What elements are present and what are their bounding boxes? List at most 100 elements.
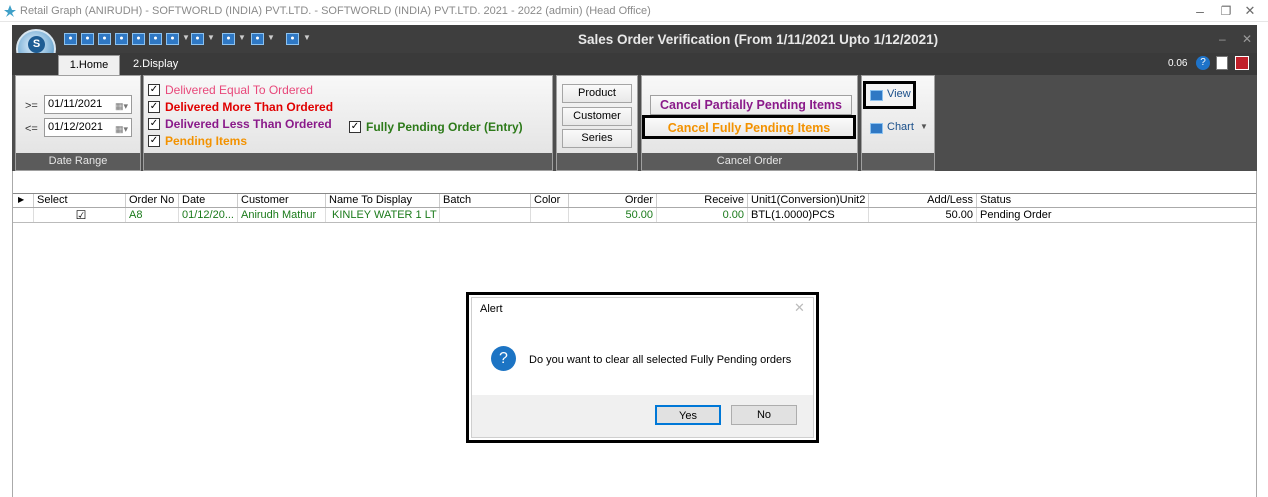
chart-button[interactable]: Chart <box>887 121 914 133</box>
qat-dropdown-icon[interactable]: ▼ <box>267 33 275 42</box>
close-icon[interactable]: ✕ <box>1239 2 1261 20</box>
cancel-fully-pending-button[interactable]: Cancel Fully Pending Items <box>642 115 856 139</box>
view-icon <box>870 90 883 101</box>
view-label: View <box>887 88 911 100</box>
version-label: 0.06 <box>1168 58 1188 69</box>
fully-pending-label[interactable]: Fully Pending Order (Entry) <box>366 120 523 134</box>
delivered-less-label[interactable]: Delivered Less Than Ordered <box>165 117 332 131</box>
view-button[interactable]: View <box>863 81 916 109</box>
cell-date[interactable]: 01/12/20... <box>178 208 237 222</box>
col-unit-conversion[interactable]: Unit1(Conversion)Unit2 <box>747 194 868 207</box>
app-title: Retail Graph (ANIRUDH) - SOFTWORLD (INDI… <box>20 5 651 17</box>
from-date-field[interactable]: 01/11/2021 ▦▾ <box>44 95 132 114</box>
yes-button[interactable]: Yes <box>655 405 721 425</box>
row-select-checkbox[interactable]: ☑ <box>33 208 125 222</box>
row-selector-icon: ▶ <box>18 195 25 204</box>
col-color[interactable]: Color <box>530 194 568 207</box>
delivered-more-label[interactable]: Delivered More Than Ordered <box>165 100 333 114</box>
calendar-dropdown-icon[interactable]: ▦▾ <box>115 98 128 115</box>
qat-button-icon[interactable]: ● <box>115 33 128 45</box>
cell-add-less[interactable]: 50.00 <box>868 208 976 222</box>
document-icon[interactable] <box>1216 56 1228 70</box>
col-name-to-display[interactable]: Name To Display <box>325 194 439 207</box>
pending-items-checkbox[interactable]: ✓ <box>148 135 160 147</box>
selection-footer <box>557 153 637 170</box>
chart-dropdown-icon[interactable]: ▼ <box>920 122 928 131</box>
view-footer <box>862 153 934 170</box>
delivered-equal-checkbox[interactable]: ✓ <box>148 84 160 96</box>
minimize-icon[interactable]: – <box>1189 2 1211 20</box>
col-customer[interactable]: Customer <box>237 194 325 207</box>
cell-order-no[interactable]: A8 <box>125 208 178 222</box>
qat-button-icon[interactable]: ● <box>222 33 235 45</box>
from-operator: >= <box>25 100 38 112</box>
product-button[interactable]: Product <box>562 84 632 103</box>
delivered-equal-label[interactable]: Delivered Equal To Ordered <box>165 83 313 97</box>
tab-home[interactable]: 1.Home <box>58 55 120 75</box>
customer-button[interactable]: Customer <box>562 107 632 126</box>
qat-button-icon[interactable]: ● <box>81 33 94 45</box>
from-date-value: 01/11/2021 <box>48 98 103 110</box>
to-operator: <= <box>25 123 38 135</box>
delivered-less-checkbox[interactable]: ✓ <box>148 118 160 130</box>
qat-dropdown-icon[interactable]: ▼ <box>207 33 215 42</box>
date-range-panel: >= 01/11/2021 ▦▾ <= 01/12/2021 ▦▾ Date R… <box>15 75 141 171</box>
question-icon: ? <box>491 346 516 371</box>
alert-dialog: Alert ✕ ? Do you want to clear all selec… <box>471 297 814 438</box>
qat-dropdown-icon[interactable]: ▼ <box>182 33 190 42</box>
restore-icon[interactable]: ❐ <box>1215 2 1237 20</box>
qat-button-icon[interactable]: ● <box>251 33 264 45</box>
col-status[interactable]: Status <box>976 194 1256 207</box>
qat-button-icon[interactable]: ● <box>286 33 299 45</box>
to-date-value: 01/12/2021 <box>48 121 104 133</box>
cell-batch[interactable] <box>439 208 530 222</box>
col-batch[interactable]: Batch <box>439 194 530 207</box>
cancel-order-panel: Cancel Partially Pending Items Cancel Fu… <box>641 75 858 171</box>
col-date[interactable]: Date <box>178 194 237 207</box>
series-button[interactable]: Series <box>562 129 632 148</box>
cell-status[interactable]: Pending Order <box>976 208 1256 222</box>
alert-message: Do you want to clear all selected Fully … <box>529 354 792 366</box>
filters-panel: ✓ Delivered Equal To Ordered ✓ Delivered… <box>143 75 553 171</box>
app-logo-icon <box>4 5 16 17</box>
alert-close-icon[interactable]: ✕ <box>794 300 805 316</box>
qat-button-icon[interactable]: ● <box>98 33 111 45</box>
qat-dropdown-icon[interactable]: ▼ <box>238 33 246 42</box>
col-select[interactable]: Select <box>33 194 125 207</box>
col-add-less[interactable]: Add/Less <box>868 194 976 207</box>
calendar-dropdown-icon[interactable]: ▦▾ <box>115 121 128 138</box>
form-title: Sales Order Verification (From 1/11/2021… <box>578 32 939 47</box>
qat-button-icon[interactable]: ● <box>166 33 179 45</box>
cell-receive[interactable]: 0.00 <box>656 208 747 222</box>
col-order-no[interactable]: Order No <box>125 194 178 207</box>
cell-customer[interactable]: Anirudh Mathur <box>237 208 325 222</box>
view-panel: View Chart ▼ <box>861 75 935 171</box>
no-button[interactable]: No <box>731 405 797 425</box>
col-receive[interactable]: Receive <box>656 194 747 207</box>
delivered-more-checkbox[interactable]: ✓ <box>148 101 160 113</box>
qat-button-icon[interactable]: ● <box>149 33 162 45</box>
cell-name-to-display[interactable]: KINLEY WATER 1 LT <box>325 208 439 222</box>
cancel-partially-pending-button[interactable]: Cancel Partially Pending Items <box>650 95 852 115</box>
help-icon[interactable]: ? <box>1196 56 1210 70</box>
cell-order[interactable]: 50.00 <box>568 208 656 222</box>
exit-icon[interactable] <box>1235 56 1249 70</box>
cell-color[interactable] <box>530 208 568 222</box>
form-minimize-icon[interactable]: – <box>1219 32 1226 46</box>
selection-panel: Product Customer Series <box>556 75 638 171</box>
tab-display[interactable]: 2.Display <box>123 55 188 75</box>
qat-button-icon[interactable]: ● <box>132 33 145 45</box>
qat-dropdown-icon[interactable]: ▼ <box>303 33 311 42</box>
chart-icon[interactable] <box>870 123 883 134</box>
to-date-field[interactable]: 01/12/2021 ▦▾ <box>44 118 132 137</box>
form-close-icon[interactable]: ✕ <box>1242 32 1252 46</box>
fully-pending-checkbox[interactable]: ✓ <box>349 121 361 133</box>
app-title-bar: Retail Graph (ANIRUDH) - SOFTWORLD (INDI… <box>0 0 1268 22</box>
qat-button-icon[interactable]: ● <box>191 33 204 45</box>
pending-items-label[interactable]: Pending Items <box>165 134 247 148</box>
qat-button-icon[interactable]: ● <box>64 33 77 45</box>
alert-title: Alert <box>480 303 503 315</box>
grid-row-divider <box>13 222 1256 223</box>
cell-unit-conversion[interactable]: BTL(1.0000)PCS <box>747 208 868 222</box>
col-order[interactable]: Order <box>568 194 656 207</box>
